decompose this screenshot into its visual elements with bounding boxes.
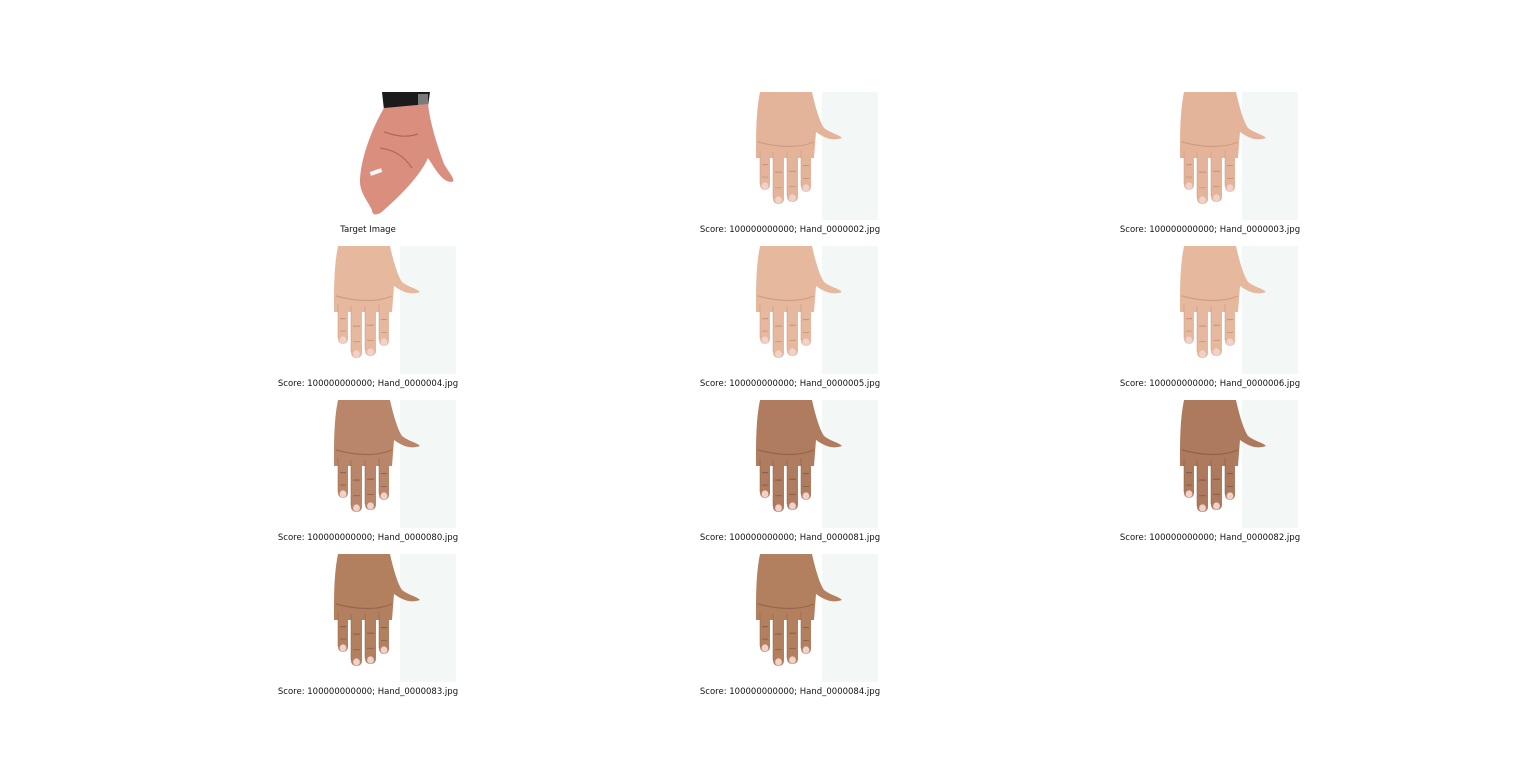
panel-caption: Score: 100000000000; Hand_0000083.jpg — [277, 687, 459, 697]
panel-caption: Score: 100000000000; Hand_0000080.jpg — [277, 533, 459, 543]
panel-caption: Score: 100000000000; Hand_0000082.jpg — [1119, 533, 1301, 543]
hand-image — [702, 554, 878, 682]
panel-caption: Score: 100000000000; Hand_0000081.jpg — [699, 533, 881, 543]
panel-caption: Score: 100000000000; Hand_0000006.jpg — [1119, 379, 1301, 389]
panel-caption: Score: 100000000000; Hand_0000003.jpg — [1119, 225, 1301, 235]
hand-image — [702, 92, 878, 220]
results-figure: Target Image Score: 100000000000; Hand_0… — [0, 0, 1536, 767]
target-hand-image — [280, 92, 456, 220]
hand-image — [280, 400, 456, 528]
hand-image — [280, 554, 456, 682]
hand-image — [702, 246, 878, 374]
panel-caption: Score: 100000000000; Hand_0000002.jpg — [699, 225, 881, 235]
hand-image — [1122, 92, 1298, 220]
panel-caption: Target Image — [340, 225, 396, 235]
hand-image — [1122, 400, 1298, 528]
hand-image — [1122, 246, 1298, 374]
panel-caption: Score: 100000000000; Hand_0000004.jpg — [277, 379, 459, 389]
hand-image — [280, 246, 456, 374]
panel-caption: Score: 100000000000; Hand_0000084.jpg — [699, 687, 881, 697]
hand-image — [702, 400, 878, 528]
panel-caption: Score: 100000000000; Hand_0000005.jpg — [699, 379, 881, 389]
